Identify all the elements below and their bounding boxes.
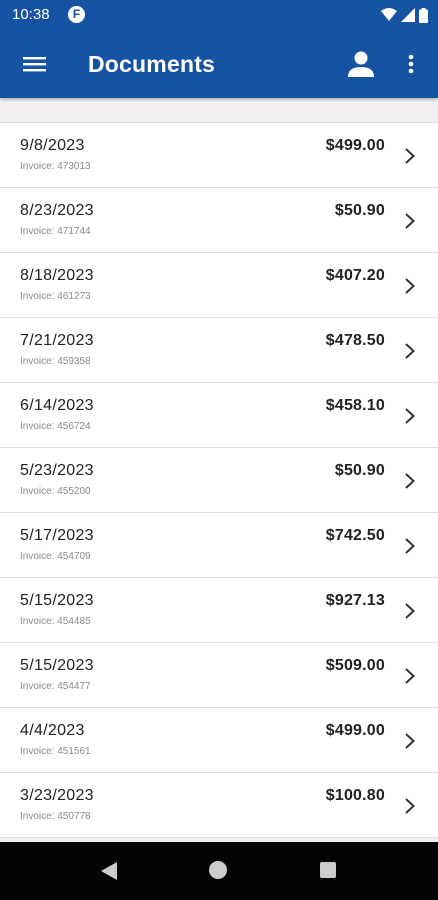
document-row[interactable]: 3/23/2023 Invoice: 450778 $100.80 (0, 773, 438, 838)
document-amount: $100.80 (325, 787, 385, 804)
document-row[interactable]: 5/15/2023 Invoice: 454477 $509.00 (0, 643, 438, 708)
document-date: 9/8/2023 (20, 137, 85, 154)
chevron-right-icon (405, 343, 415, 359)
document-date: 4/4/2023 (20, 722, 85, 739)
document-invoice-number: Invoice: 461273 (20, 291, 91, 302)
status-indicators (381, 6, 428, 24)
more-vert-icon (408, 54, 414, 74)
document-date: 8/18/2023 (20, 267, 94, 284)
wifi-icon (381, 8, 397, 21)
chevron-right-icon (405, 668, 415, 684)
chevron-right-icon (405, 473, 415, 489)
document-date: 5/23/2023 (20, 462, 94, 479)
document-date: 5/17/2023 (20, 527, 94, 544)
status-time: 10:38 (12, 6, 50, 23)
chevron-right-icon (405, 408, 415, 424)
overflow-menu-button[interactable] (400, 48, 422, 80)
chevron-right-icon (405, 148, 415, 164)
document-date: 7/21/2023 (20, 332, 94, 349)
page-title: Documents (88, 51, 216, 77)
document-invoice-number: Invoice: 473013 (20, 161, 91, 172)
document-invoice-number: Invoice: 454485 (20, 616, 91, 627)
chevron-right-icon (405, 278, 415, 294)
document-amount: $927.13 (325, 592, 385, 609)
document-invoice-number: Invoice: 451561 (20, 746, 91, 757)
document-amount: $478.50 (325, 332, 385, 349)
cellular-signal-icon (401, 8, 415, 22)
document-date: 3/23/2023 (20, 787, 94, 804)
document-row[interactable]: 9/8/2023 Invoice: 473013 $499.00 (0, 123, 438, 188)
document-row[interactable]: 5/17/2023 Invoice: 454709 $742.50 (0, 513, 438, 578)
chevron-right-icon (405, 733, 415, 749)
document-amount: $499.00 (325, 722, 385, 739)
back-triangle-icon[interactable] (100, 862, 118, 880)
document-row[interactable]: 5/15/2023 Invoice: 454485 $927.13 (0, 578, 438, 643)
document-amount: $458.10 (325, 397, 385, 414)
status-bar: 10:38 F (0, 0, 438, 30)
recents-square-icon[interactable] (320, 862, 336, 878)
document-date: 8/23/2023 (20, 202, 94, 219)
document-row[interactable]: 6/14/2023 Invoice: 456724 $458.10 (0, 383, 438, 448)
hamburger-icon (23, 57, 46, 72)
app-notification-icon: F (68, 6, 85, 23)
app-bar: Documents (0, 30, 438, 98)
documents-list: 9/8/2023 Invoice: 473013 $499.00 8/23/20… (0, 122, 438, 838)
document-invoice-number: Invoice: 454709 (20, 551, 91, 562)
document-date: 5/15/2023 (20, 657, 94, 674)
document-amount: $50.90 (334, 462, 385, 479)
document-date: 6/14/2023 (20, 397, 94, 414)
document-invoice-number: Invoice: 454477 (20, 681, 91, 692)
document-row[interactable]: 5/23/2023 Invoice: 455200 $50.90 (0, 448, 438, 513)
account-button[interactable] (343, 48, 379, 80)
chevron-right-icon (405, 603, 415, 619)
chevron-right-icon (405, 538, 415, 554)
document-row[interactable]: 8/18/2023 Invoice: 461273 $407.20 (0, 253, 438, 318)
document-invoice-number: Invoice: 471744 (20, 226, 91, 237)
document-amount: $407.20 (325, 267, 385, 284)
document-row[interactable]: 7/21/2023 Invoice: 459358 $478.50 (0, 318, 438, 383)
menu-button[interactable] (16, 50, 52, 78)
document-row[interactable]: 4/4/2023 Invoice: 451561 $499.00 (0, 708, 438, 773)
chevron-right-icon (405, 213, 415, 229)
document-amount: $742.50 (325, 527, 385, 544)
document-amount: $499.00 (325, 137, 385, 154)
battery-icon (419, 7, 428, 23)
document-invoice-number: Invoice: 459358 (20, 356, 91, 367)
person-icon (348, 51, 374, 77)
document-row[interactable]: 8/23/2023 Invoice: 471744 $50.90 (0, 188, 438, 253)
document-invoice-number: Invoice: 450778 (20, 811, 91, 822)
document-amount: $50.90 (334, 202, 385, 219)
document-amount: $509.00 (325, 657, 385, 674)
document-date: 5/15/2023 (20, 592, 94, 609)
chevron-right-icon (405, 798, 415, 814)
home-circle-icon[interactable] (209, 861, 227, 879)
document-invoice-number: Invoice: 455200 (20, 486, 91, 497)
document-invoice-number: Invoice: 456724 (20, 421, 91, 432)
system-navigation-bar (0, 842, 438, 900)
